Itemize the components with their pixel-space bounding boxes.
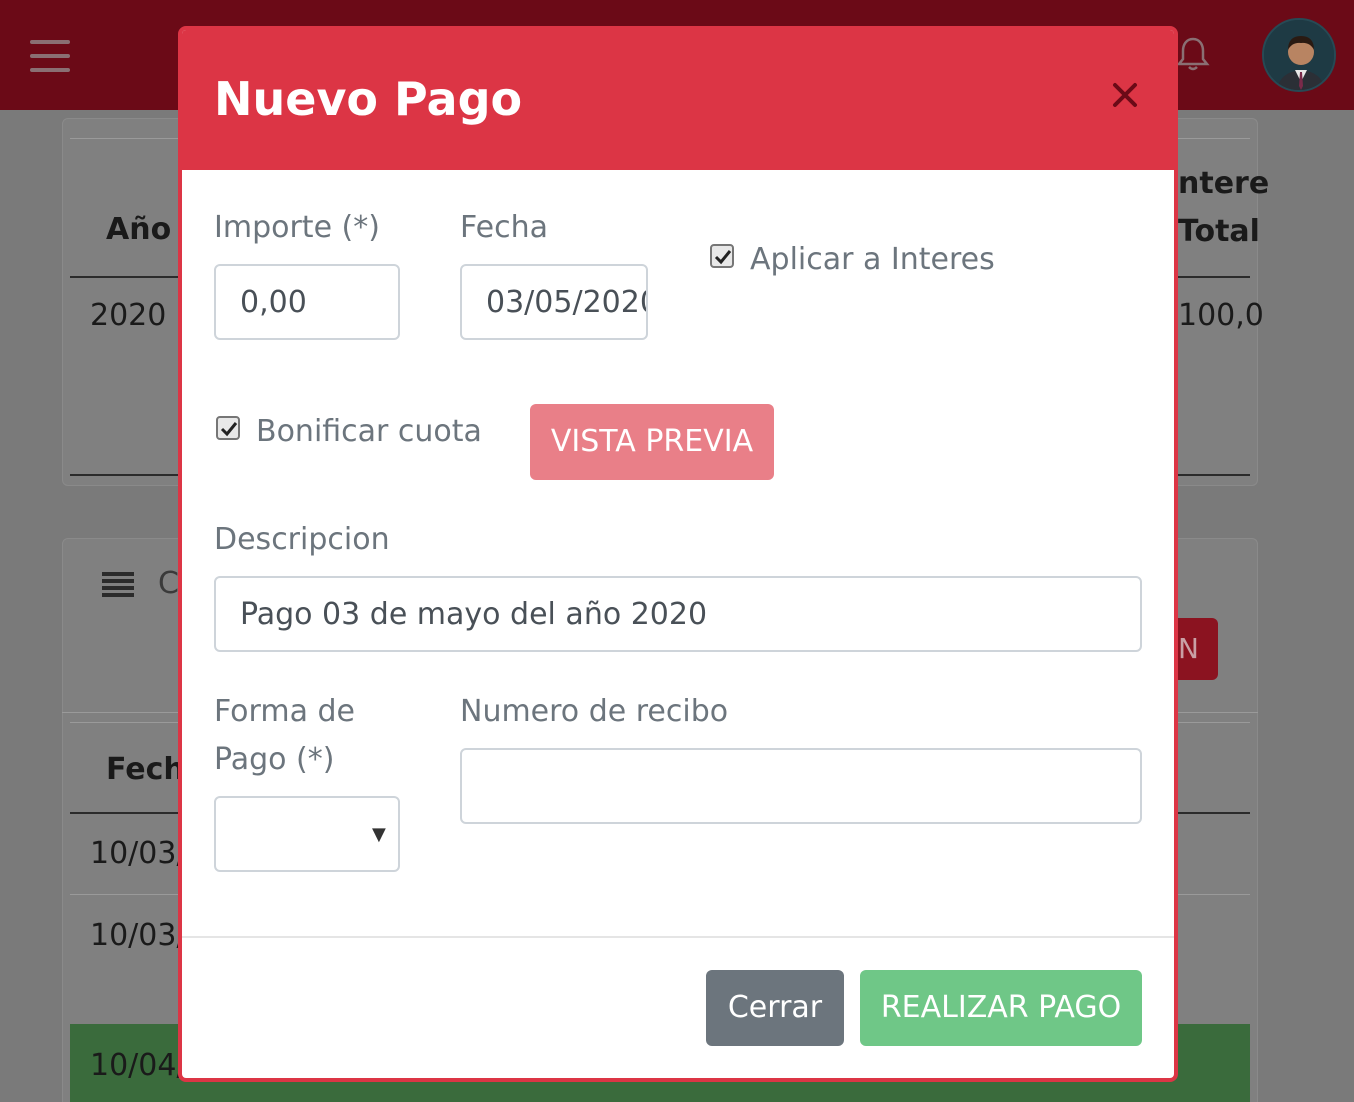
importe-input[interactable] — [214, 264, 400, 340]
forma-pago-label-line2: Pago (*) — [214, 742, 335, 777]
recibo-input[interactable] — [460, 748, 1142, 824]
table-cell-date: 10/04/ — [90, 1048, 187, 1083]
fecha-label: Fecha — [460, 210, 548, 245]
modal-title: Nuevo Pago — [214, 72, 523, 126]
fecha-input[interactable] — [460, 264, 648, 340]
aplicar-interes-label: Aplicar a Interes — [750, 242, 995, 277]
realizar-pago-button[interactable]: REALIZAR PAGO — [860, 970, 1142, 1046]
user-avatar[interactable] — [1262, 18, 1336, 92]
menu-icon[interactable] — [30, 40, 70, 72]
table-cell-date: 10/03/ — [90, 836, 187, 871]
chevron-down-icon: ▼ — [372, 824, 386, 845]
descripcion-label: Descripcion — [214, 522, 390, 557]
table-header-total: Total — [1178, 214, 1260, 249]
table-header-date: Fech — [106, 752, 185, 787]
modal-footer-divider — [182, 936, 1174, 938]
table-header-interest: ntere — [1178, 166, 1270, 201]
table-cell-year: 2020 — [90, 298, 167, 333]
table-cell-date: 10/03/ — [90, 918, 187, 953]
aplicar-interes-checkbox[interactable] — [710, 244, 734, 268]
bonificar-cuota-label: Bonificar cuota — [256, 414, 482, 449]
importe-label: Importe (*) — [214, 210, 380, 245]
descripcion-input[interactable] — [214, 576, 1142, 652]
modal-header: Nuevo Pago — [182, 30, 1174, 170]
new-payment-modal: Nuevo Pago Importe (*) Fecha Aplicar a I… — [178, 26, 1178, 1082]
forma-pago-label-line1: Forma de — [214, 694, 355, 729]
preview-button[interactable]: VISTA PREVIA — [530, 404, 774, 480]
bell-icon[interactable] — [1176, 36, 1210, 72]
forma-pago-select[interactable]: ▼ — [214, 796, 400, 872]
close-icon[interactable] — [1110, 80, 1140, 110]
list-icon — [102, 572, 134, 598]
table-cell-total: 100,0 — [1178, 298, 1264, 333]
table-header-year: Año — [106, 212, 172, 247]
bonificar-cuota-checkbox[interactable] — [216, 416, 240, 440]
cerrar-button[interactable]: Cerrar — [706, 970, 844, 1046]
section-title: C — [158, 566, 179, 601]
recibo-label: Numero de recibo — [460, 694, 729, 729]
